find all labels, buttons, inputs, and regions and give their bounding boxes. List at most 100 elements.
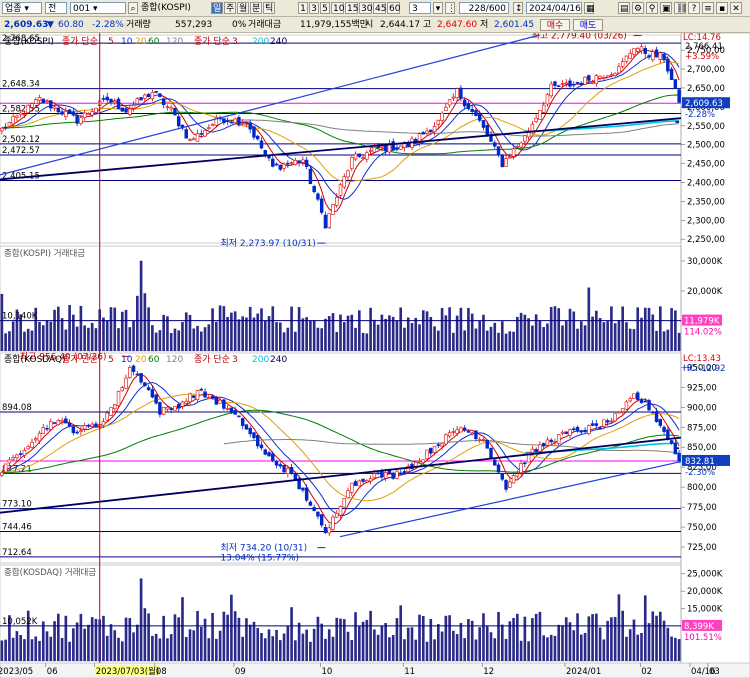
multiplier-input[interactable]: 3 [409,2,431,14]
volume-bar [60,638,64,661]
volume-bar [45,320,49,351]
min-15-button[interactable]: 15 [345,2,358,14]
volume-bar [113,307,117,351]
chart-tool-icon[interactable]: ⋮ [445,2,456,14]
tab-period-minute[interactable]: 분 [250,2,262,14]
volume-bar [263,638,267,661]
volume-bar [572,630,576,661]
volume-bar [519,640,523,661]
market-select[interactable]: 업종 ▾ [2,2,42,14]
volume-bar [429,618,433,661]
volume-bar [4,639,7,661]
volume-bar [90,322,94,351]
candle [677,89,681,103]
candle [662,54,666,61]
candle [120,107,125,112]
volume-bar [294,640,297,661]
volume-bar [500,624,504,661]
date-field[interactable]: 2024/04/16 [526,2,582,14]
sell-button[interactable]: 매도 [573,19,603,31]
candle [541,104,546,113]
buy-button[interactable]: 매수 [540,19,570,31]
change-arrow: ▼ [47,20,54,30]
candle [338,184,343,196]
volume-bar [297,622,301,661]
chart-area[interactable]: 2,750,002,700,002,650,002,600,002,550,00… [0,33,750,678]
candle [139,373,143,383]
min-45-button[interactable]: 45 [373,2,386,14]
min-10-button[interactable]: 10 [331,2,344,14]
candle [331,204,335,215]
price-value: 2,609.63 [4,20,49,30]
settings-icon[interactable]: ⚙ [632,2,644,14]
volume-bar [655,330,658,351]
tab-period-week[interactable]: 주 [224,2,236,14]
candle [248,427,252,435]
scroll-icon[interactable]: ↕ [513,2,523,14]
volume-bar [470,620,474,661]
min-1-button[interactable]: 1 [298,2,308,14]
candle [195,390,200,400]
candle [176,116,181,127]
print-icon[interactable]: ▤ [618,2,630,14]
volume-bar [463,330,466,351]
candle [553,81,557,86]
volume-bar [504,638,508,661]
scope-select[interactable]: 전 [45,2,67,14]
calendar-icon[interactable]: ▦ [584,2,595,14]
candle [11,116,15,125]
lock-icon[interactable]: ▣ [660,2,672,14]
volume-bar [226,614,229,661]
volume-bar [90,617,94,661]
candle [666,58,670,72]
volume-bar [342,619,346,661]
candle [590,423,595,426]
menu-icon[interactable]: ≡ [702,2,714,14]
code-input[interactable]: 001 ▾ [70,2,126,14]
search-icon[interactable]: ⌕ [128,2,138,14]
tab-period-day[interactable]: 일 [211,2,223,14]
volume-bar [316,616,320,661]
min-5-button[interactable]: 5 [320,2,330,14]
candle [508,156,512,159]
volume-bar [512,617,515,661]
search-tool-icon[interactable]: ⚲ [646,2,658,14]
candle [34,99,38,105]
volume-bar [643,595,647,661]
volume-bar [282,633,286,661]
candle [173,406,177,411]
open-label: 시 [365,20,374,30]
y-tick-label: 2,650,00 [687,84,725,94]
tab-period-tick[interactable]: 틱 [263,2,275,14]
min-30-button[interactable]: 30 [359,2,372,14]
volume-label: 거래량 [126,20,151,30]
candle [131,104,136,109]
legend-item: 3 [232,355,238,365]
min-3-button[interactable]: 3 [309,2,319,14]
help-icon[interactable]: ? [688,2,700,14]
legend-item: 60 [148,37,160,47]
volume-bar [218,630,222,661]
min-60-button[interactable]: 60 [387,2,400,14]
candle [37,432,42,442]
tab-period-month[interactable]: 월 [237,2,249,14]
candle [474,430,478,440]
x-tick-label: 12 [483,667,494,677]
pin-icon[interactable]: ▪ [716,2,728,14]
candle [210,395,215,399]
volume-bar [260,308,263,351]
volume-bar [75,326,79,351]
hline-label: 2,502.12 [2,135,40,145]
link-icon[interactable]: ⛓ [674,2,687,14]
volume-bar [278,640,282,661]
volume-bar [598,317,602,351]
volume-bar [576,613,579,661]
candle [237,415,241,418]
volume-bar [57,306,60,351]
candle [466,103,471,110]
close-icon[interactable]: ✕ [730,2,742,14]
volume-bar [158,330,162,351]
chevron-down-icon[interactable]: ▾ [433,2,443,14]
volume-bar [610,306,613,351]
volume-bar [245,618,248,661]
